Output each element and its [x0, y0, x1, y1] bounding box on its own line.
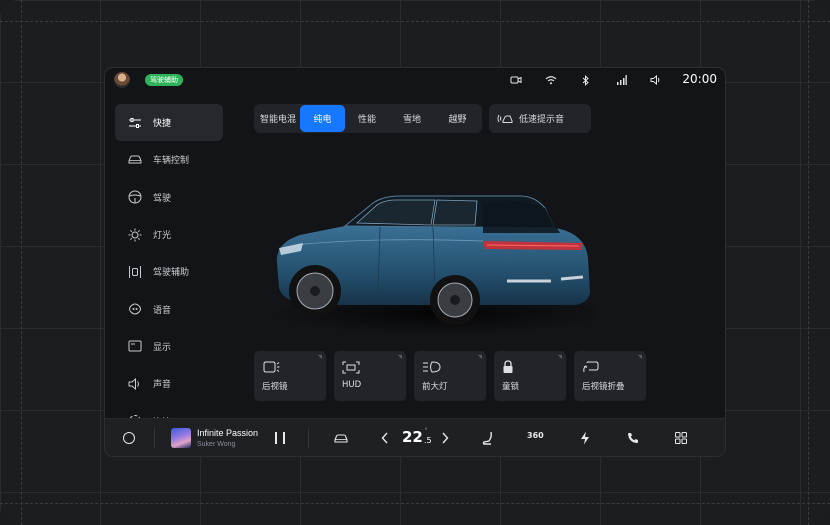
quick-controls: 后视镜 HUD 前大灯 童锁 后视镜折叠 [254, 351, 646, 401]
sidebar-item-sound[interactable]: 声音 [115, 365, 223, 402]
tile-label: HUD [342, 380, 362, 390]
seat-icon[interactable] [480, 430, 496, 446]
sidebar-item-label: 快捷 [153, 119, 172, 130]
voice-icon [127, 301, 143, 317]
temperature-value: 22 [402, 428, 423, 446]
divider [308, 428, 309, 448]
low-speed-sound-label: 低速提示音 [519, 115, 565, 125]
mode-performance[interactable]: 性能 [345, 105, 389, 132]
temp-down-button[interactable] [377, 430, 393, 446]
sidebar-item-vehicle-control[interactable]: 车辆控制 [115, 141, 223, 178]
camera-icon[interactable] [509, 73, 523, 87]
view-360-button[interactable]: 360 [527, 431, 544, 440]
song-artist: Suker Wong [197, 441, 236, 448]
temperature-degree: ° [425, 428, 428, 434]
sidebar-item-label: 车辆控制 [153, 156, 190, 167]
clock: 20:00 [682, 72, 717, 86]
tile-mirror-fold[interactable]: 后视镜折叠 [574, 351, 646, 401]
sidebar-item-label: 驾驶辅助 [153, 268, 190, 279]
mode-smart-hybrid[interactable]: 智能电混 [256, 105, 300, 132]
sidebar-item-display[interactable]: 显示 [115, 328, 223, 365]
temp-up-button[interactable] [437, 430, 453, 446]
guide-line [0, 503, 830, 504]
mode-pure-electric[interactable]: 纯电 [300, 105, 345, 132]
guide-line [808, 0, 809, 525]
sidebar-item-label: 驾驶 [153, 193, 172, 204]
apps-grid-icon[interactable] [673, 430, 689, 446]
mode-offroad[interactable]: 越野 [435, 105, 480, 132]
bottom-dock: Infinite Passion Suker Wong 22 ° .5 360 [105, 418, 725, 456]
lane-assist-icon [127, 264, 143, 280]
lock-icon [502, 360, 558, 374]
signal-icon [614, 73, 628, 87]
drive-mode-selector: 智能电混 纯电 性能 雪地 越野 [254, 104, 482, 133]
tile-label: 童锁 [502, 382, 520, 392]
car-icon[interactable] [333, 430, 349, 446]
album-art[interactable] [171, 428, 191, 448]
sidebar: 快捷 车辆控制 驾驶 灯光 驾驶辅助 语音 显示 声音 [115, 104, 223, 440]
headlight-icon [422, 360, 478, 374]
sidebar-item-shortcuts[interactable]: 快捷 [115, 104, 223, 142]
sidebar-item-label: 显示 [153, 342, 172, 353]
sidebar-item-label: 语音 [153, 305, 172, 316]
volume-icon[interactable] [649, 73, 663, 87]
sidebar-item-label: 灯光 [153, 231, 172, 242]
guide-line [0, 21, 830, 22]
hud-icon [342, 360, 398, 374]
avatar[interactable] [114, 72, 130, 88]
home-button[interactable] [123, 432, 135, 444]
wifi-icon[interactable] [544, 73, 558, 87]
low-speed-sound-icon [497, 113, 513, 124]
mirror-icon [262, 360, 318, 374]
phone-icon[interactable] [625, 430, 641, 446]
tile-label: 后视镜 [262, 382, 288, 392]
sidebar-item-driver-assist[interactable]: 驾驶辅助 [115, 253, 223, 290]
car-icon [127, 152, 143, 168]
tile-headlight[interactable]: 前大灯 [414, 351, 486, 401]
car-infotainment-screen: 驾驶辅助 20:00 快捷 车辆控制 驾驶 灯光 驾驶辅助 语音 显示 声音 智… [105, 68, 725, 456]
vehicle-image [255, 163, 610, 348]
tile-child-lock[interactable]: 童锁 [494, 351, 566, 401]
tile-label: 前大灯 [422, 382, 448, 392]
sidebar-item-voice[interactable]: 语音 [115, 290, 223, 327]
speaker-icon [127, 376, 143, 392]
tile-label: 后视镜折叠 [582, 382, 625, 392]
bluetooth-icon[interactable] [579, 73, 593, 87]
sidebar-item-driving[interactable]: 驾驶 [115, 179, 223, 216]
tile-hud[interactable]: HUD [334, 351, 406, 401]
song-title: Infinite Passion [197, 428, 259, 438]
sidebar-item-lights[interactable]: 灯光 [115, 216, 223, 253]
mirror-fold-icon [582, 360, 638, 374]
temperature-decimal: .5 [424, 436, 432, 445]
sidebar-item-label: 声音 [153, 380, 172, 391]
light-icon [127, 227, 143, 243]
steering-wheel-icon [127, 189, 143, 205]
guide-line [21, 0, 22, 525]
sliders-icon [127, 115, 143, 131]
lightning-icon[interactable] [577, 430, 593, 446]
driver-assist-badge[interactable]: 驾驶辅助 [145, 74, 183, 86]
mode-snow[interactable]: 雪地 [389, 105, 435, 132]
status-bar: 驾驶辅助 20:00 [105, 68, 725, 92]
display-icon [127, 338, 143, 354]
divider [154, 428, 155, 448]
device-frame: 驾驶辅助 20:00 快捷 车辆控制 驾驶 灯光 驾驶辅助 语音 显示 声音 智… [0, 0, 830, 525]
pause-button[interactable] [275, 432, 285, 444]
low-speed-sound-button[interactable]: 低速提示音 [489, 104, 591, 133]
tile-mirror[interactable]: 后视镜 [254, 351, 326, 401]
